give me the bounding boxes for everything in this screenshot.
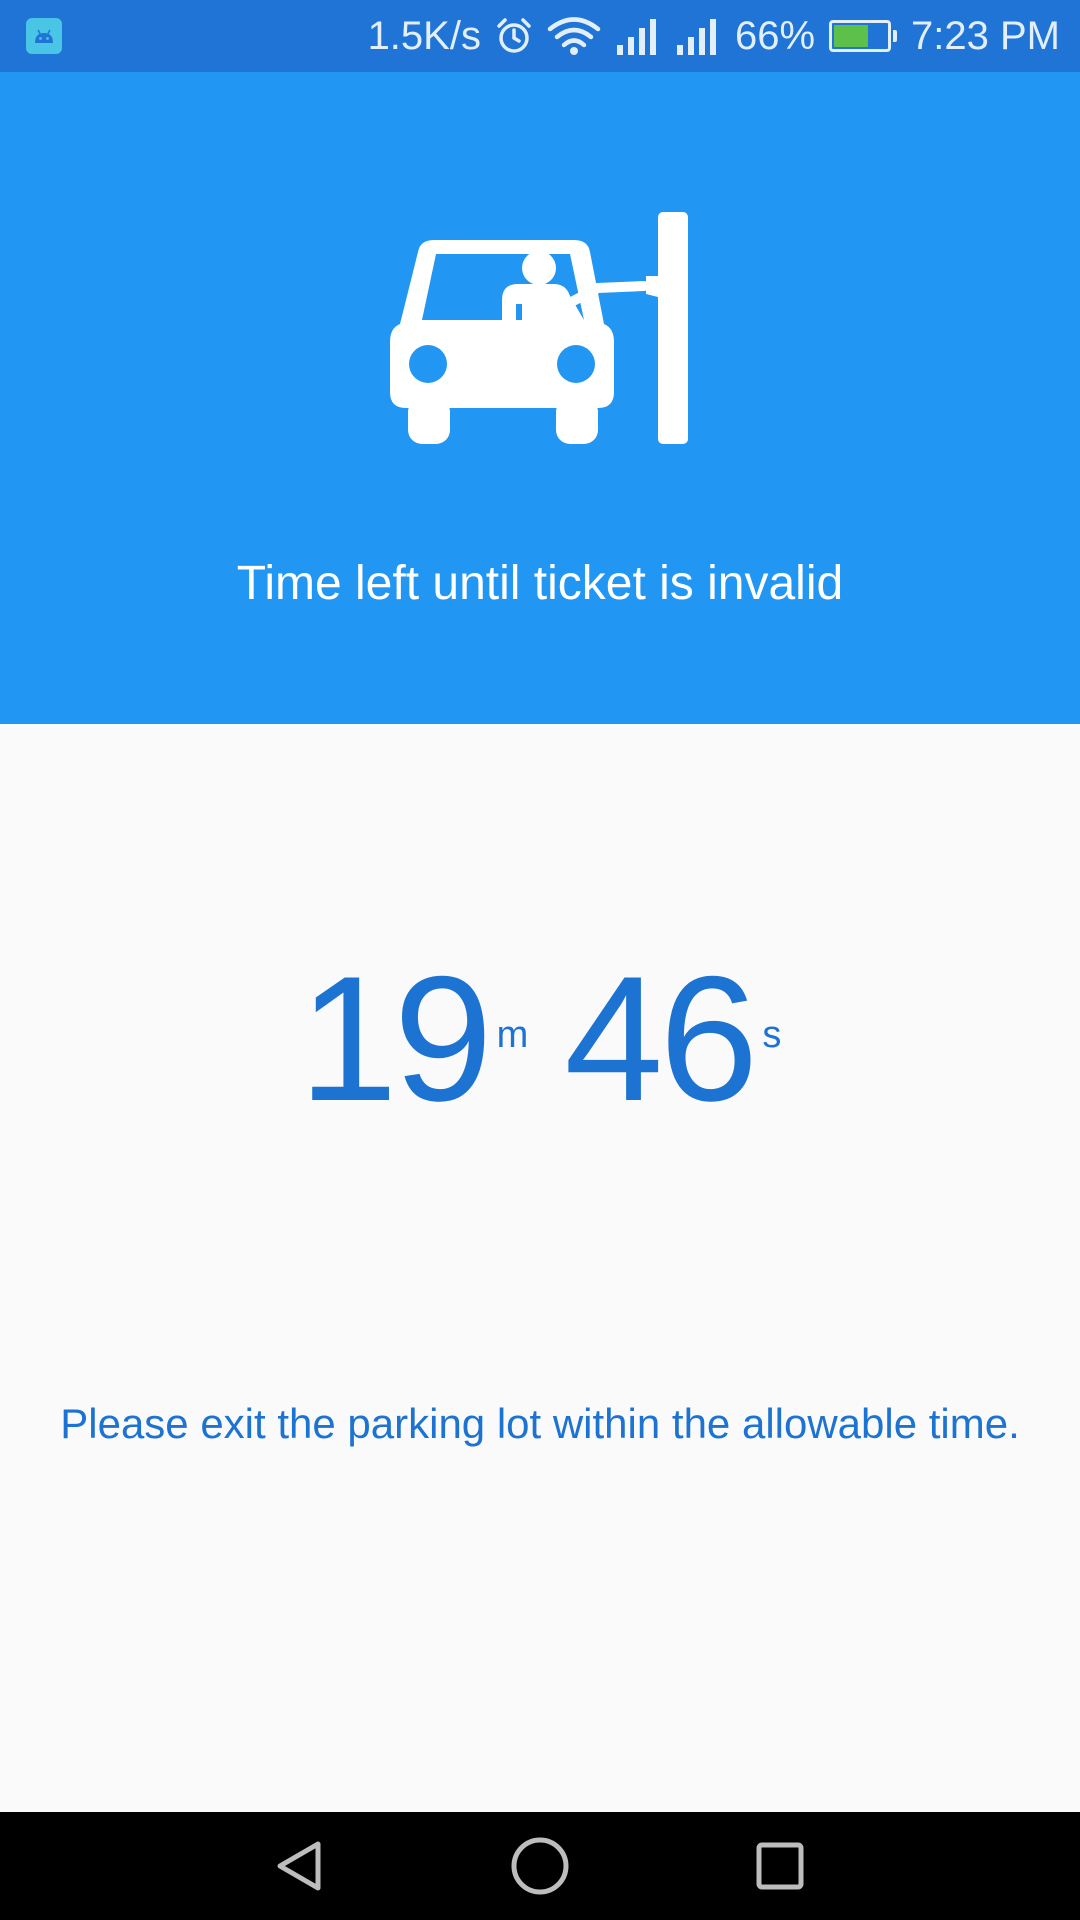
exit-instructions: Please exit the parking lot within the a…	[60, 1400, 1020, 1447]
header: Time left until ticket is invalid	[0, 72, 1080, 724]
battery-level	[834, 25, 869, 47]
network-speed: 1.5K/s	[367, 13, 481, 58]
screen: 1.5K/s 66% 7:23 PM Time left until ticke…	[0, 0, 1080, 1920]
timer-seconds-unit: s	[762, 1014, 782, 1056]
signal-icon	[615, 17, 661, 55]
parking-ticket-car-icon	[390, 212, 688, 444]
timer-seconds: 46	[564, 939, 758, 1138]
signal-icon	[675, 17, 721, 55]
page-title: Time left until ticket is invalid	[236, 557, 844, 610]
status-bar: 1.5K/s 66% 7:23 PM	[0, 0, 1080, 72]
recents-icon[interactable]	[750, 1836, 810, 1896]
battery-icon	[829, 20, 898, 52]
navigation-bar	[0, 1812, 1080, 1920]
home-icon[interactable]	[510, 1836, 570, 1896]
timer-minutes: 19	[298, 939, 493, 1138]
alarm-icon	[495, 17, 533, 55]
clock: 7:23 PM	[911, 13, 1060, 58]
back-icon[interactable]	[270, 1836, 330, 1896]
wifi-icon	[547, 16, 601, 56]
timer-minutes-unit: m	[496, 1014, 529, 1056]
battery-percent: 66%	[734, 13, 816, 58]
android-icon	[26, 18, 62, 54]
countdown-timer: 19 m 46 s	[0, 950, 1080, 1128]
